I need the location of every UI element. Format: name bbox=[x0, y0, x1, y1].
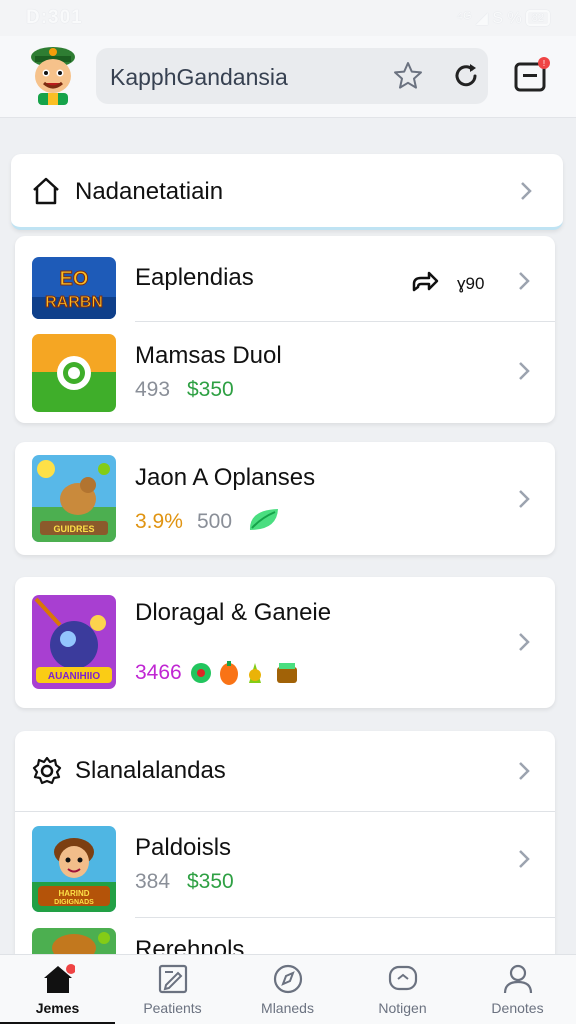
nav-label: Peatients bbox=[143, 1000, 202, 1016]
nav-item-profile[interactable]: Denotes bbox=[460, 955, 575, 1024]
nav-item-notifications[interactable]: Notigen bbox=[345, 955, 460, 1024]
nav-item-home[interactable]: Jemes bbox=[0, 955, 115, 1024]
home-icon bbox=[33, 177, 59, 205]
green-orange-icon bbox=[32, 334, 116, 412]
list-item-price: $350 bbox=[187, 870, 234, 893]
nav-label: Notigen bbox=[378, 1000, 427, 1016]
list-item-meta: 500 bbox=[197, 510, 233, 533]
nav-label: Denotes bbox=[491, 1000, 544, 1016]
list-item[interactable]: EO RARBN Eaplendias ɣ90 bbox=[15, 236, 555, 322]
chevron-right-icon bbox=[519, 762, 530, 780]
partial-game-thumbnail bbox=[32, 928, 116, 954]
svg-text:DIGIGNADS: DIGIGNADS bbox=[54, 899, 94, 906]
chevron-right-icon bbox=[519, 272, 530, 290]
nav-card-title: Nadanetatiain bbox=[75, 178, 224, 205]
chevron-right-icon bbox=[519, 633, 530, 651]
settings-title: Slanalalandas bbox=[75, 757, 226, 784]
compass-icon bbox=[273, 964, 303, 994]
chevron-right-icon bbox=[519, 362, 530, 380]
nav-label: Mlaneds bbox=[261, 1000, 314, 1016]
svg-text:RARBN: RARBN bbox=[45, 294, 103, 311]
status-icons: ⁴ᴳ ◢ S % 82 bbox=[456, 8, 550, 28]
nav-label: Jemes bbox=[35, 1000, 80, 1016]
home-filled-icon bbox=[44, 964, 75, 993]
search-input[interactable]: KapphGandansia bbox=[110, 64, 288, 91]
list-item[interactable]: Mamsas Duol 493 $350 bbox=[15, 322, 555, 423]
chat-icon bbox=[388, 965, 418, 991]
nav-item-explore[interactable]: Mlaneds bbox=[230, 955, 345, 1024]
list-item-title: Rerehnols bbox=[135, 936, 245, 954]
nav-item-patients[interactable]: Peatients bbox=[115, 955, 230, 1024]
chevron-right-icon bbox=[521, 182, 532, 200]
list-item-meta: 384 bbox=[135, 870, 171, 893]
profile-icon bbox=[503, 964, 533, 994]
browser-header: KapphGandansia ! bbox=[0, 36, 576, 118]
leaf-icon bbox=[249, 509, 278, 530]
character-game-thumbnail: HARIND DIGIGNADS bbox=[32, 826, 116, 912]
main-content: Nadanetatiain EO RARBN Eaplendias ɣ90 Ma… bbox=[0, 118, 576, 954]
item-icons-row bbox=[191, 661, 297, 685]
list-item-meta: 493 bbox=[135, 378, 171, 401]
game-logo-thumbnail: EO RARBN bbox=[32, 257, 116, 319]
settings-section: Slanalalandas HARIND DIGIGNADS Paldoisls… bbox=[15, 731, 555, 954]
tabs-icon[interactable]: ! bbox=[512, 56, 552, 96]
nav-card[interactable]: Nadanetatiain bbox=[11, 154, 563, 230]
svg-text:HARIND: HARIND bbox=[58, 889, 89, 898]
purple-bomb-game-thumbnail: AUANIHIIO bbox=[32, 595, 116, 689]
list-item-title: Jaon A Oplanses bbox=[135, 464, 316, 491]
status-bar: D:301 ⁴ᴳ ◢ S % 82 bbox=[0, 0, 576, 36]
settings-header[interactable]: Slanalalandas bbox=[15, 731, 555, 811]
svg-text:EO: EO bbox=[60, 268, 89, 290]
bottom-nav: Jemes Peatients Mlaneds Notigen Denotes bbox=[0, 954, 576, 1024]
list-item-meta: 3466 bbox=[135, 661, 182, 684]
list-item-title: Eaplendias bbox=[135, 264, 254, 291]
star-icon[interactable] bbox=[392, 60, 424, 92]
status-time: D:301 bbox=[26, 7, 83, 28]
farm-game-thumbnail: GUIDRES bbox=[32, 455, 116, 542]
chevron-right-icon bbox=[519, 490, 530, 508]
search-bar[interactable]: KapphGandansia bbox=[96, 48, 488, 104]
list-item-title: Mamsas Duol bbox=[135, 342, 282, 369]
list-item-trailing-text: ɣ90 bbox=[457, 274, 485, 293]
cartoon-avatar-icon[interactable] bbox=[24, 44, 82, 106]
list-item[interactable]: HARIND DIGIGNADS Paldoisls 384 $350 bbox=[15, 812, 555, 916]
list-card-group-1: EO RARBN Eaplendias ɣ90 Mamsas Duol 493 … bbox=[15, 236, 555, 423]
list-item-title: Paldoisls bbox=[135, 834, 232, 861]
list-item-price: $350 bbox=[187, 378, 234, 401]
reload-icon[interactable] bbox=[450, 60, 482, 92]
chevron-right-icon bbox=[519, 850, 530, 868]
gear-icon bbox=[32, 756, 62, 785]
list-card[interactable]: GUIDRES Jaon A Oplanses 3.9% 500 bbox=[15, 442, 555, 555]
list-item-title: Dloragal & Ganeie bbox=[135, 599, 332, 626]
list-item-rating: 3.9% bbox=[135, 510, 183, 533]
svg-text:!: ! bbox=[543, 59, 545, 68]
edit-icon bbox=[158, 964, 188, 994]
svg-text:GUIDRES: GUIDRES bbox=[53, 524, 94, 534]
list-card[interactable]: AUANIHIIO Dloragal & Ganeie 3466 bbox=[15, 577, 555, 708]
battery-icon: 82 bbox=[525, 10, 550, 26]
status-icons-text: ⁴ᴳ ◢ S % bbox=[456, 10, 522, 27]
list-item[interactable]: Rerehnols bbox=[15, 918, 555, 954]
share-arrow-icon[interactable] bbox=[411, 270, 439, 294]
svg-text:AUANIHIIO: AUANIHIIO bbox=[48, 671, 100, 682]
